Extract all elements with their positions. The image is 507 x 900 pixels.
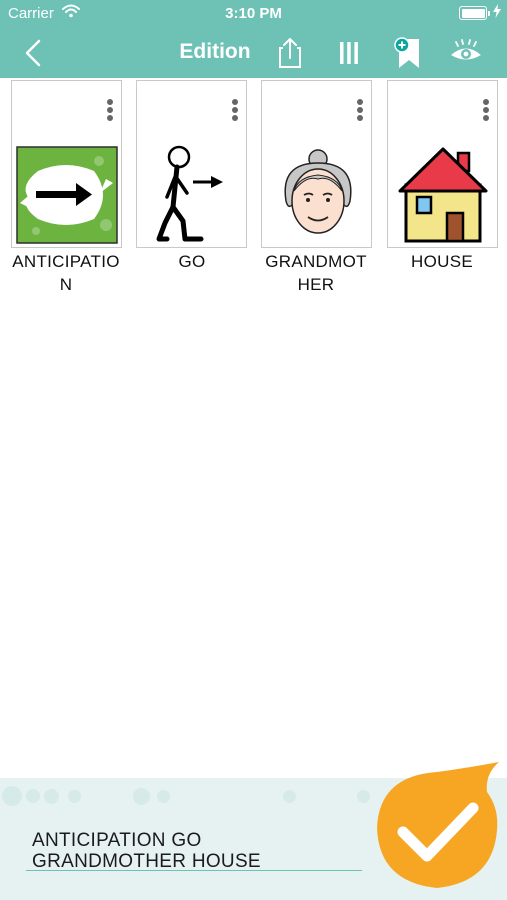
status-time: 3:10 PM <box>225 5 282 22</box>
sentence-underline <box>26 870 362 871</box>
pictogram-card-anticipation[interactable] <box>11 80 122 248</box>
walking-person-icon <box>156 145 223 242</box>
grandmother-face-icon <box>284 149 352 234</box>
card-label: ANTICIPATIO N <box>12 252 120 294</box>
card-label: GRANDMOT HER <box>265 252 367 294</box>
share-icon[interactable] <box>273 36 307 70</box>
decorative-bubble <box>157 790 170 803</box>
decorative-bubble <box>26 789 40 803</box>
eye-icon[interactable] <box>449 36 483 70</box>
pictogram-card-house[interactable] <box>387 80 498 248</box>
more-vertical-icon[interactable] <box>230 99 240 125</box>
card-label: HOUSE <box>411 252 473 271</box>
battery-icon <box>459 6 490 20</box>
pictogram-card-go[interactable] <box>136 80 247 248</box>
anticipation-pictogram-icon <box>16 146 118 244</box>
header-bar: Carrier 3:10 PM Edition <box>0 0 507 78</box>
more-vertical-icon[interactable] <box>481 99 491 125</box>
navigation-bar: Edition <box>0 28 507 78</box>
decorative-bubble <box>283 790 296 803</box>
decorative-bubble <box>357 790 370 803</box>
confirm-checkmark-button[interactable] <box>375 762 500 892</box>
house-icon <box>398 147 488 243</box>
more-vertical-icon[interactable] <box>105 99 115 125</box>
back-chevron-icon[interactable] <box>20 38 50 68</box>
pictogram-card-grandmother[interactable] <box>261 80 372 248</box>
status-bar: Carrier 3:10 PM <box>0 0 507 28</box>
decorative-bubble <box>44 789 59 804</box>
charging-icon <box>493 4 501 18</box>
page-title: Edition <box>179 40 251 63</box>
more-vertical-icon[interactable] <box>355 99 365 125</box>
decorative-bubble <box>2 786 22 806</box>
sentence-text[interactable]: ANTICIPATION GO GRANDMOTHER HOUSE <box>32 830 362 872</box>
columns-icon[interactable] <box>332 36 366 70</box>
pictogram-sequence: ANTICIPATIO N GO GRANDMOT HER HOUSE <box>0 78 507 308</box>
add-bookmark-icon[interactable] <box>391 36 425 70</box>
decorative-bubble <box>68 790 81 803</box>
card-label: GO <box>178 252 206 271</box>
decorative-bubble <box>133 788 150 805</box>
